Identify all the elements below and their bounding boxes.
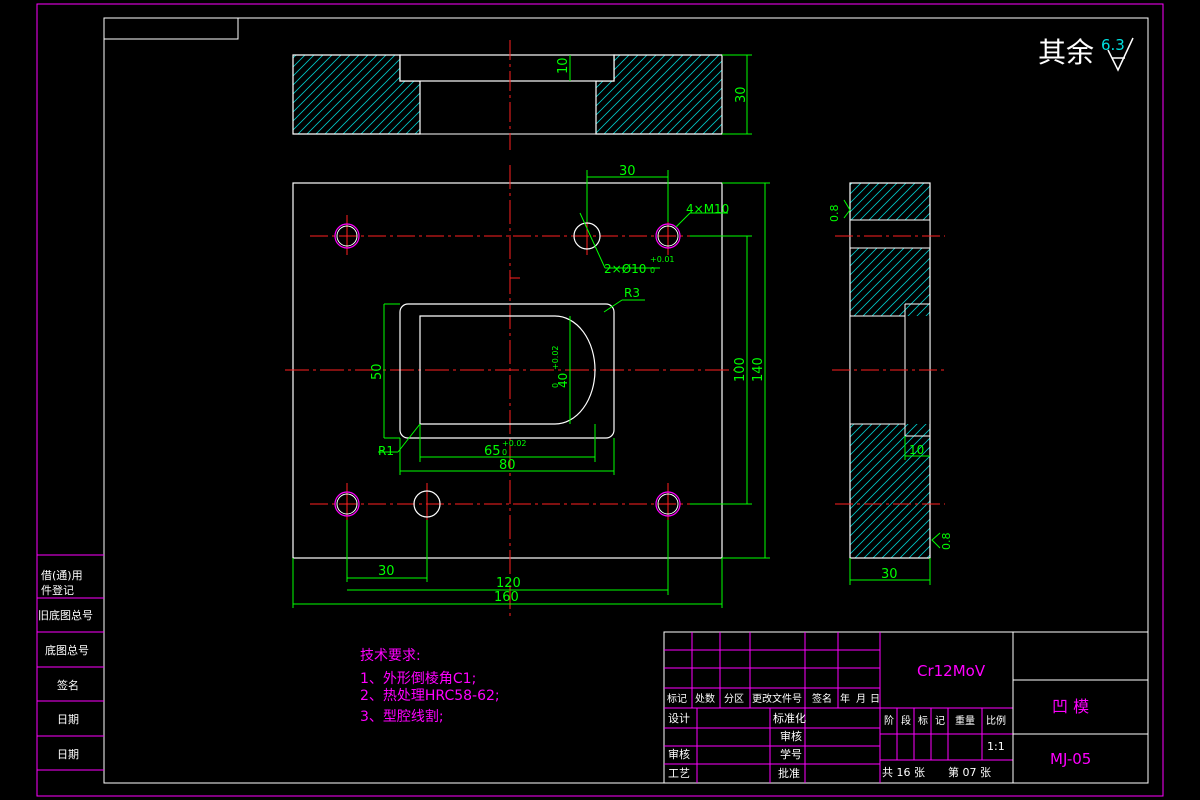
dim-hole-center-width: 120 — [496, 576, 521, 591]
cad-drawing: 其余 6.3 10 30 30 4×M10 2×Ø10 +0.01 0 R3 R… — [36, 3, 1164, 797]
dim-slot-tol-lower: 0 — [551, 383, 560, 388]
dim-len-tol-upper: +0.02 — [502, 439, 527, 448]
rev-header-7: 日 — [870, 694, 880, 705]
dim-hole-spacing: 30 — [619, 164, 636, 179]
title-block: Cr12MoV 凹 模 MJ-05 标记 处数 分区 更改文件号 签名 年 月 … — [663, 631, 1149, 784]
side-roughness-top: 0.8 — [828, 205, 841, 223]
dim-top-depth: 10 — [556, 57, 571, 74]
side-label-0: 借(通)用 — [41, 569, 83, 582]
dim-plate-height: 140 — [751, 357, 766, 382]
review-label: 审核 — [668, 747, 690, 761]
side-label-5: 日期 — [57, 713, 79, 726]
rev-header-5: 年 — [840, 692, 850, 705]
dim-bottom-spacing: 30 — [378, 564, 395, 579]
tech-item-3: 3、型腔线割; — [360, 708, 444, 725]
side-depth: 10 — [909, 443, 924, 457]
dim-len-tol-lower: 0 — [502, 448, 507, 457]
dim-top-height: 30 — [734, 86, 749, 103]
dim-corner-r1: R1 — [378, 444, 394, 458]
tech-title: 技术要求: — [360, 648, 421, 664]
stage-header-4: 重量 — [955, 714, 975, 727]
scale: 1:1 — [987, 740, 1005, 753]
corner-tag-box — [103, 17, 239, 40]
side-label-2: 旧底图总号 — [38, 608, 93, 622]
tech-item-1: 1、外形倒棱角C1; — [360, 671, 476, 687]
side-label-3: 底图总号 — [45, 643, 89, 657]
stage-header-2: 标 — [918, 715, 928, 727]
design-label: 设计 — [668, 712, 690, 725]
approve-label: 批准 — [778, 766, 800, 780]
roughness-prefix: 其余 — [1038, 36, 1094, 69]
rev-header-0: 标记 — [667, 693, 687, 705]
inspect-label: 审核 — [780, 729, 802, 743]
dim-plate-width: 160 — [494, 590, 519, 605]
dim-slot-tol-upper: +0.02 — [551, 345, 560, 370]
tech-requirements: 技术要求: 1、外形倒棱角C1; 2、热处理HRC58-62; 3、型腔线割; — [360, 648, 500, 725]
side-label-4: 签名 — [57, 678, 79, 692]
dim-cavity-height: 50 — [370, 363, 385, 380]
rev-header-3: 更改文件号 — [752, 692, 802, 705]
dim-corner-r3: R3 — [624, 286, 640, 300]
stage-header-5: 比例 — [986, 714, 1006, 727]
stage-header-1: 段 — [901, 714, 911, 727]
side-width: 30 — [881, 567, 898, 582]
sheets-total: 共 16 张 — [882, 766, 925, 779]
dim-inner-height: 100 — [733, 357, 748, 382]
rev-header-4: 签名 — [812, 692, 832, 705]
rev-header-2: 分区 — [724, 693, 744, 705]
plan-view: 30 4×M10 2×Ø10 +0.01 0 R3 R1 50 40 +0.02… — [285, 164, 770, 620]
side-section-view: 0.8 10 0.8 30 — [828, 182, 953, 585]
top-section-view: 10 30 — [292, 40, 752, 150]
stage-header-0: 阶 — [884, 714, 894, 727]
dim-slot-length: 65 — [484, 444, 501, 459]
rev-header-6: 月 — [856, 693, 866, 705]
approve-label-top: 学号 — [780, 747, 802, 761]
side-roughness-bottom: 0.8 — [940, 533, 953, 551]
sheet-number: 第 07 张 — [948, 765, 991, 779]
side-label-column: 借(通)用 件登记 旧底图总号 底图总号 签名 日期 日期 — [37, 554, 104, 771]
part-name: 凹 模 — [1052, 697, 1089, 716]
process-label: 工艺 — [668, 767, 690, 780]
rev-header-1: 处数 — [695, 692, 715, 705]
dim-pin-holes: 2×Ø10 — [604, 262, 646, 276]
dim-pin-tol-upper: +0.01 — [650, 255, 675, 264]
roughness-note: 其余 6.3 — [1038, 36, 1134, 72]
drawing-number: MJ-05 — [1050, 750, 1091, 768]
dim-pin-tol-lower: 0 — [650, 266, 655, 275]
tech-item-2: 2、热处理HRC58-62; — [360, 688, 500, 704]
material: Cr12MoV — [917, 662, 986, 680]
dim-thread: 4×M10 — [686, 202, 729, 216]
dim-cavity-width: 80 — [499, 458, 516, 473]
roughness-value: 6.3 — [1101, 36, 1125, 54]
side-label-1: 件登记 — [41, 583, 74, 597]
standardize-label: 标准化 — [773, 711, 806, 725]
stage-header-3: 记 — [935, 715, 945, 727]
side-label-6: 日期 — [57, 748, 79, 761]
